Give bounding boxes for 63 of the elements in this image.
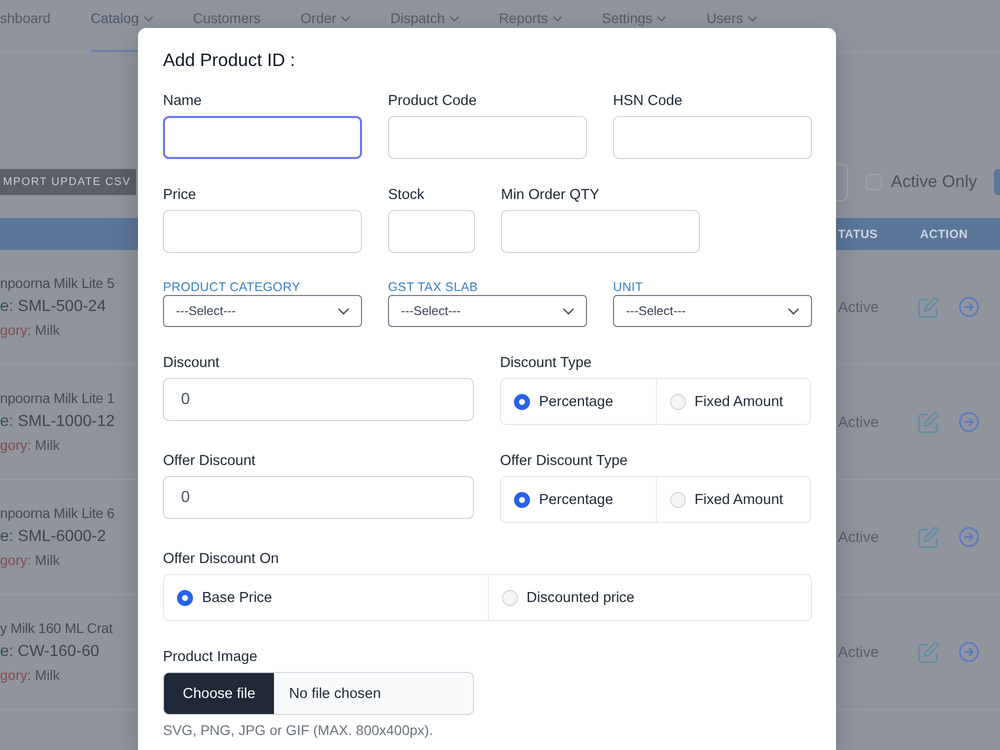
field-label: Product Code (388, 92, 477, 111)
product-code: e: SML-500-24 (0, 297, 106, 317)
radio-option[interactable]: Percentage (501, 379, 656, 424)
arrow-right-circle-icon[interactable] (959, 642, 979, 662)
product-category: gory: Milk (0, 321, 60, 340)
product-name: y Milk 160 ML Crat (0, 619, 113, 638)
radio-option[interactable]: Discounted price (488, 575, 811, 620)
select-field[interactable]: ---Select--- (163, 295, 362, 327)
chevron-down-icon (788, 308, 799, 314)
field-label: HSN Code (613, 92, 682, 111)
radio-button[interactable] (177, 590, 193, 606)
select-field[interactable]: ---Select--- (613, 295, 812, 327)
chevron-down-icon (338, 308, 349, 314)
radio-option[interactable]: Base Price (164, 575, 488, 620)
text-input[interactable]: 0 (163, 476, 474, 519)
field-label: Offer Discount Type (500, 452, 628, 471)
field-label: Price (163, 186, 196, 205)
field-label: Offer Discount On (163, 550, 279, 569)
field-label: Discount (163, 354, 220, 373)
file-status: No file chosen (289, 686, 381, 702)
column-header: TATUS (837, 227, 878, 241)
field-label: Product Image (163, 648, 258, 667)
product-name: npoorna Milk Lite 6 (0, 504, 114, 523)
hint-text: SVG, PNG, JPG or GIF (MAX. 800x400px). (163, 721, 433, 740)
field-label: Stock (388, 186, 424, 205)
file-input[interactable]: Choose file No file chosen (163, 672, 474, 715)
product-code: e: CW-160-60 (0, 642, 100, 662)
pencil-square-icon[interactable] (918, 296, 939, 318)
arrow-right-circle-icon[interactable] (959, 412, 979, 432)
text-input[interactable] (163, 116, 362, 159)
product-code: e: SML-6000-2 (0, 527, 106, 547)
radio-button[interactable] (514, 394, 530, 410)
arrow-right-circle-icon[interactable] (959, 297, 979, 317)
radio-button[interactable] (514, 492, 530, 508)
field-label: Min Order QTY (501, 186, 600, 205)
product-name: npoorna Milk Lite 1 (0, 389, 114, 408)
import-button[interactable]: MPORT UPDATE CSV (0, 169, 136, 195)
field-label: PRODUCT CATEGORY (163, 279, 300, 295)
chevron-down-icon (563, 308, 574, 314)
radio-option[interactable]: Fixed Amount (656, 477, 810, 522)
radio-option[interactable]: Percentage (501, 477, 656, 522)
product-category: gory: Milk (0, 436, 60, 455)
field-label: Name (163, 92, 202, 111)
text-input[interactable]: 0 (163, 378, 474, 421)
field-label: UNIT (613, 279, 643, 295)
field-label: GST TAX SLAB (388, 279, 478, 295)
field-label: Offer Discount (163, 452, 256, 471)
select-field[interactable]: ---Select--- (388, 295, 587, 327)
product-code: e: SML-1000-12 (0, 412, 115, 432)
checkbox-label: Active Only (891, 172, 977, 192)
pencil-square-icon[interactable] (918, 412, 939, 432)
radio-option[interactable]: Fixed Amount (656, 379, 810, 424)
toolbar-button[interactable] (994, 169, 1000, 195)
field-label: Discount Type (500, 354, 592, 373)
product-category: gory: Milk (0, 551, 60, 570)
arrow-right-circle-icon[interactable] (959, 527, 979, 547)
modal-title: Add Product ID : (163, 49, 296, 72)
pencil-square-icon[interactable] (918, 526, 939, 548)
column-header: ACTION (919, 227, 968, 241)
product-category: gory: Milk (0, 666, 60, 685)
product-name: npoorna Milk Lite 5 (0, 274, 114, 293)
pencil-square-icon[interactable] (918, 642, 939, 662)
choose-file-button[interactable]: Choose file (164, 673, 274, 714)
